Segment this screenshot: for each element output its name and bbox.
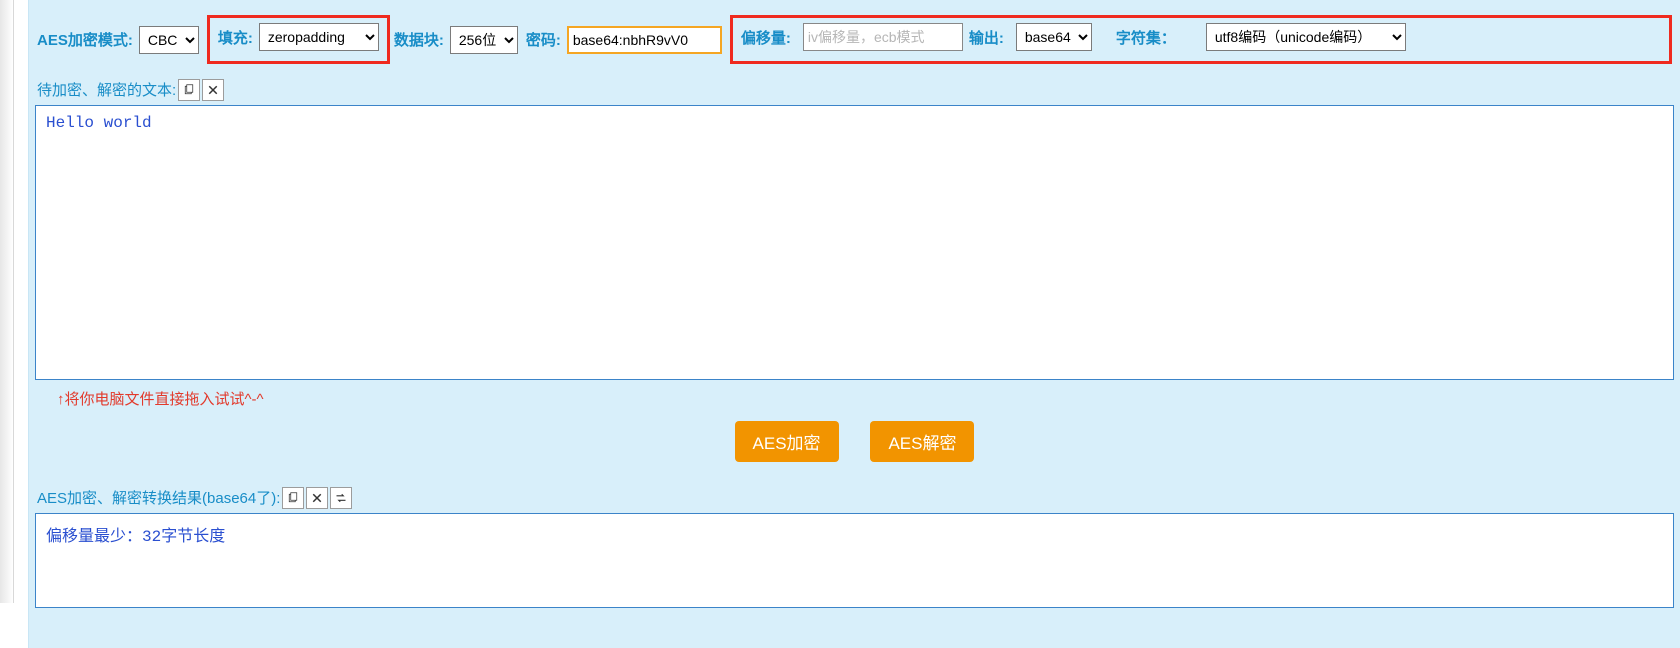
password-label: 密码: (526, 29, 561, 50)
copy-input-button[interactable] (178, 79, 200, 101)
close-icon (207, 84, 219, 96)
clear-output-button[interactable] (306, 487, 328, 509)
copy-icon (287, 492, 299, 504)
input-section-header: 待加密、解密的文本: (29, 76, 1680, 103)
options-bar: AES加密模式: CBC 填充: zeropadding 数据块: 256位 密… (29, 0, 1680, 76)
swap-button[interactable] (330, 487, 352, 509)
swap-icon (335, 492, 347, 504)
left-window-edge (0, 0, 14, 603)
result-textarea[interactable] (35, 513, 1674, 608)
output-section-label: AES加密、解密转换结果(base64了): (33, 484, 280, 511)
copy-icon (183, 84, 195, 96)
plaintext-textarea[interactable] (35, 105, 1674, 380)
iv-input[interactable] (803, 23, 963, 51)
decrypt-button[interactable]: AES解密 (870, 421, 974, 462)
aes-tool-panel: AES加密模式: CBC 填充: zeropadding 数据块: 256位 密… (28, 0, 1680, 648)
iv-output-charset-highlight-box: 偏移量: 输出: base64 字符集： utf8编码（unicode编码） (730, 15, 1672, 64)
iv-label: 偏移量: (741, 27, 791, 48)
padding-highlight-box: 填充: zeropadding (207, 15, 390, 64)
padding-select[interactable]: zeropadding (259, 23, 379, 51)
input-section-label: 待加密、解密的文本: (33, 76, 176, 103)
clear-input-button[interactable] (202, 79, 224, 101)
output-section-header: AES加密、解密转换结果(base64了): (29, 484, 1680, 511)
copy-output-button[interactable] (282, 487, 304, 509)
padding-label: 填充: (218, 27, 253, 48)
encrypt-button[interactable]: AES加密 (735, 421, 839, 462)
block-size-select[interactable]: 256位 (450, 26, 518, 54)
password-input[interactable] (567, 26, 722, 54)
output-format-select[interactable]: base64 (1016, 23, 1092, 51)
action-button-row: AES加密 AES解密 (29, 409, 1680, 484)
mode-label: AES加密模式: (37, 29, 133, 50)
close-icon (311, 492, 323, 504)
block-label: 数据块: (394, 29, 444, 50)
drag-file-hint: ↑将你电脑文件直接拖入试试^-^ (29, 380, 1680, 409)
charset-label: 字符集： (1116, 27, 1176, 48)
mode-select[interactable]: CBC (139, 26, 199, 54)
charset-select[interactable]: utf8编码（unicode编码） (1206, 23, 1406, 51)
output-label: 输出: (969, 27, 1004, 48)
